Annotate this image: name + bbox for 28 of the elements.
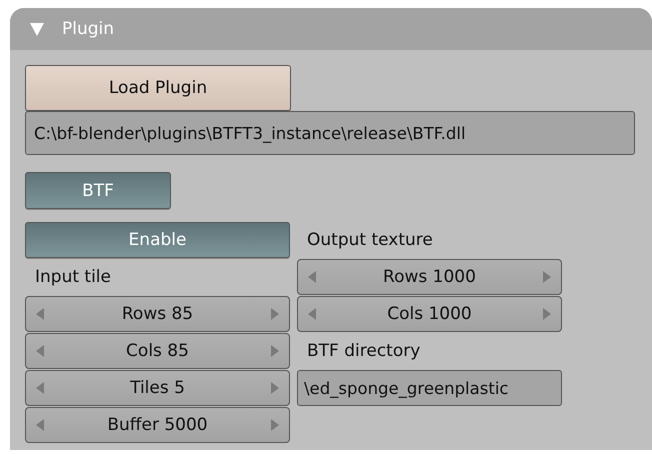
load-plugin-button[interactable]: Load Plugin xyxy=(25,65,291,111)
number-field[interactable]: Buffer 5000 xyxy=(25,407,290,443)
number-field[interactable]: Rows 1000 xyxy=(297,259,562,295)
right-arrow-icon[interactable] xyxy=(270,345,279,357)
number-field[interactable]: Tiles 5 xyxy=(25,370,290,406)
left-arrow-icon[interactable] xyxy=(308,308,316,320)
number-field[interactable]: Cols 1000 xyxy=(297,296,562,332)
right-arrow-icon[interactable] xyxy=(542,271,551,283)
left-arrow-icon[interactable] xyxy=(36,308,44,320)
panel-title: Plugin xyxy=(62,19,114,39)
right-arrow-icon[interactable] xyxy=(271,308,279,320)
collapse-triangle-icon[interactable] xyxy=(30,22,44,36)
number-field[interactable]: Cols 85 xyxy=(25,333,290,369)
number-field[interactable]: Rows 85 xyxy=(25,296,290,332)
section-label: BTF directory xyxy=(306,340,422,363)
left-arrow-icon[interactable] xyxy=(36,382,44,394)
directory-field[interactable]: \ed_sponge_greenplastic xyxy=(297,370,562,406)
right-arrow-icon[interactable] xyxy=(270,419,279,431)
right-arrow-icon[interactable] xyxy=(543,308,551,320)
right-arrow-icon[interactable] xyxy=(271,382,279,394)
section-label: Output texture xyxy=(306,229,434,252)
left-arrow-icon[interactable] xyxy=(308,271,316,283)
section-label: Input tile xyxy=(34,266,112,289)
btf-toggle[interactable]: BTF xyxy=(25,172,171,209)
left-arrow-icon[interactable] xyxy=(36,345,44,357)
plugin-path-field[interactable]: C:\bf-blender\plugins\BTFT3_instance\release\BTF.dll xyxy=(25,111,635,155)
left-arrow-icon[interactable] xyxy=(36,419,44,431)
enable-toggle[interactable]: Enable xyxy=(25,222,290,258)
